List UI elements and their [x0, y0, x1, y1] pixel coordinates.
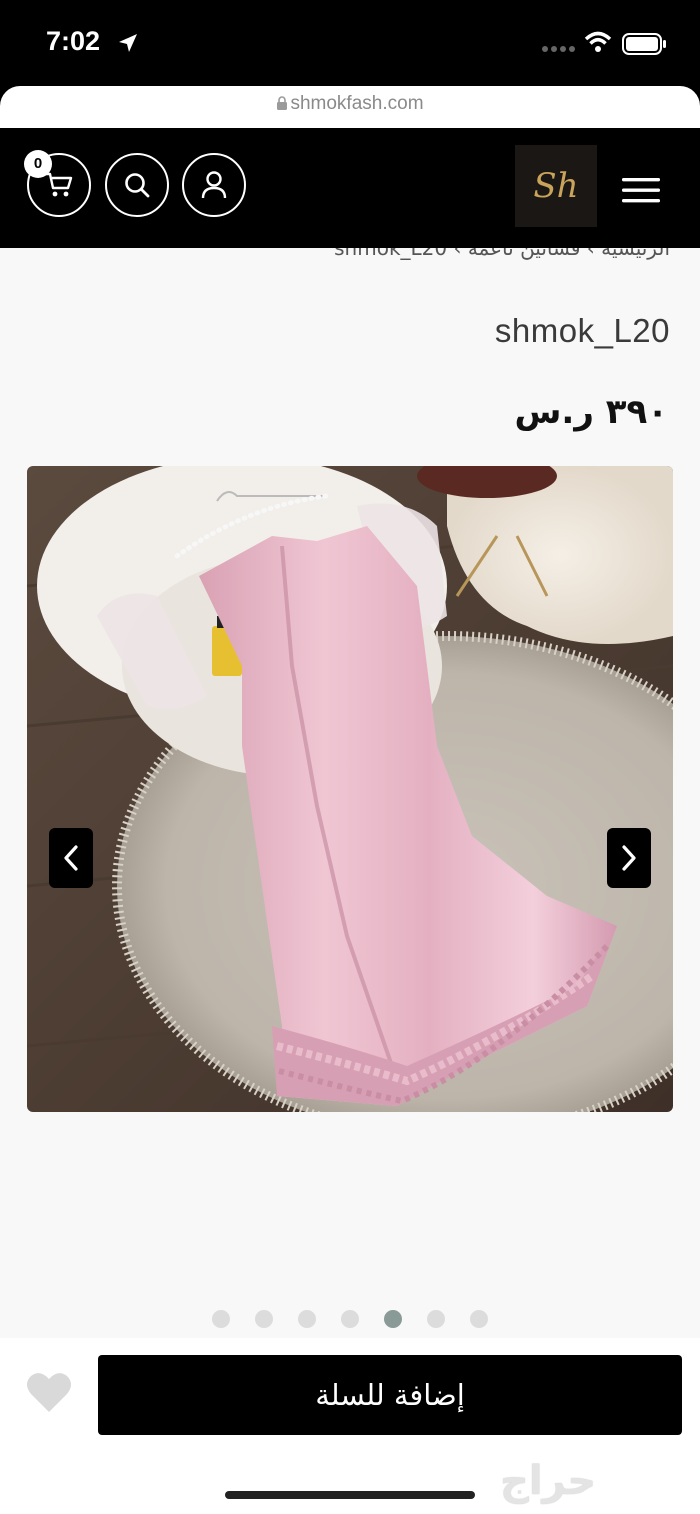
product-image-gallery[interactable]	[27, 466, 673, 1112]
site-logo[interactable]: Sh	[515, 145, 597, 227]
browser-address-bar[interactable]: shmokfash.com	[0, 86, 700, 130]
gallery-dot-active[interactable]	[384, 1310, 402, 1328]
hamburger-menu-icon[interactable]	[620, 172, 662, 208]
user-icon	[201, 171, 227, 199]
search-button[interactable]	[105, 153, 169, 217]
product-price: ٣٩٠ ر.س	[514, 392, 668, 432]
chevron-left-icon	[64, 845, 78, 871]
search-icon	[125, 173, 150, 198]
breadcrumb: الرئيسية › فساتين ناعمة › shmok_L20	[0, 248, 700, 268]
breadcrumb-text[interactable]: الرئيسية › فساتين ناعمة › shmok_L20	[334, 248, 670, 260]
gallery-dot[interactable]	[298, 1310, 316, 1328]
url-text: shmokfash.com	[290, 93, 424, 114]
gallery-pagination	[0, 1310, 700, 1330]
cart-icon	[45, 172, 73, 197]
product-image	[27, 466, 673, 1112]
product-title: shmok_L20	[494, 312, 670, 349]
gallery-prev-button[interactable]	[49, 828, 93, 888]
gallery-dot[interactable]	[427, 1310, 445, 1328]
chevron-right-icon	[622, 845, 636, 871]
site-header: 0 Sh	[0, 128, 700, 248]
logo-text: Sh	[533, 166, 579, 206]
gallery-dot[interactable]	[341, 1310, 359, 1328]
gallery-dot[interactable]	[212, 1310, 230, 1328]
watermark: حراج	[500, 1458, 597, 1504]
cart-button[interactable]: 0	[24, 150, 91, 217]
status-bar: 7:02	[0, 0, 700, 88]
cart-count-badge: 0	[24, 150, 52, 178]
lock-icon	[277, 96, 288, 110]
add-to-cart-button[interactable]: إضافة للسلة	[98, 1355, 682, 1435]
battery-icon	[622, 33, 666, 55]
location-arrow-icon	[119, 34, 137, 52]
gallery-dot[interactable]	[470, 1310, 488, 1328]
gallery-dot[interactable]	[255, 1310, 273, 1328]
url-display[interactable]: shmokfash.com	[0, 93, 700, 115]
wifi-icon	[584, 31, 612, 52]
heart-icon[interactable]	[25, 1370, 73, 1414]
status-time: 7:02	[46, 26, 101, 56]
cellular-signal-icon	[542, 46, 575, 52]
home-indicator[interactable]	[225, 1491, 475, 1499]
gallery-next-button[interactable]	[607, 828, 651, 888]
account-button[interactable]	[182, 153, 246, 217]
